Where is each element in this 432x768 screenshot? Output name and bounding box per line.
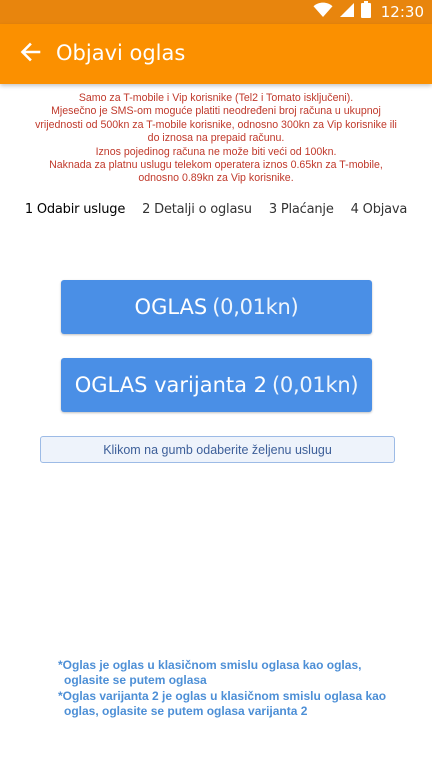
payment-notice: Samo za T-mobile i Vip korisnike (Tel2 i…	[28, 92, 404, 186]
back-button[interactable]	[12, 36, 48, 72]
oglas-button-price: (0,01kn)	[212, 295, 299, 319]
footnote-oglas-varijanta-2: *Oglas varijanta 2 je oglas u klasičnom …	[58, 689, 408, 719]
footnote-line: *Oglas je oglas u klasičnom smislu oglas…	[58, 658, 362, 672]
notice-line: Samo za T-mobile i Vip korisnike (Tel2 i…	[78, 92, 354, 104]
notice-line: Naknada za platnu uslugu telekom operate…	[49, 159, 383, 185]
step-1: 1 Odabir usluge	[24, 202, 126, 217]
service-hint: Klikom na gumb odaberite željenu uslugu	[40, 436, 395, 463]
wifi-icon	[313, 2, 333, 23]
step-2: 2 Detalji o oglasu	[142, 202, 252, 217]
footnote-line: oglasite se putem oglasa	[64, 673, 207, 687]
status-time: 12:30	[380, 3, 424, 21]
signal-icon	[339, 2, 355, 23]
page-title: Objavi oglas	[56, 41, 186, 65]
notice-line: Mjesečno je SMS-om moguće platiti neodre…	[35, 105, 397, 145]
oglas-button[interactable]: OGLAS (0,01kn)	[61, 280, 372, 334]
arrow-left-icon	[19, 41, 41, 68]
step-3: 3 Plaćanje	[268, 202, 334, 217]
notice-line: Iznos pojedinog računa ne može biti veći…	[95, 145, 337, 158]
oglas-varijanta-2-button[interactable]: OGLAS varijanta 2 (0,01kn)	[61, 358, 372, 412]
step-indicator: 1 Odabir usluge 2 Detalji o oglasu 3 Pla…	[0, 202, 432, 222]
status-icons: 12:30	[313, 1, 424, 23]
battery-icon	[360, 1, 371, 23]
footnote-oglas: *Oglas je oglas u klasičnom smislu oglas…	[58, 658, 408, 688]
footnote-line: *Oglas varijanta 2 je oglas u klasičnom …	[58, 689, 387, 703]
footnotes: *Oglas je oglas u klasičnom smislu oglas…	[58, 658, 408, 720]
footnote-line: oglas, oglasite se putem oglasa varijant…	[64, 704, 308, 718]
step-4: 4 Objava	[350, 202, 408, 217]
oglas-button-label: OGLAS	[134, 295, 208, 319]
oglas-varijanta-2-button-label: OGLAS varijanta 2	[74, 373, 268, 397]
app-bar: Objavi oglas	[0, 24, 432, 84]
status-bar: 12:30	[0, 0, 432, 24]
oglas-varijanta-2-button-price: (0,01kn)	[272, 373, 359, 397]
